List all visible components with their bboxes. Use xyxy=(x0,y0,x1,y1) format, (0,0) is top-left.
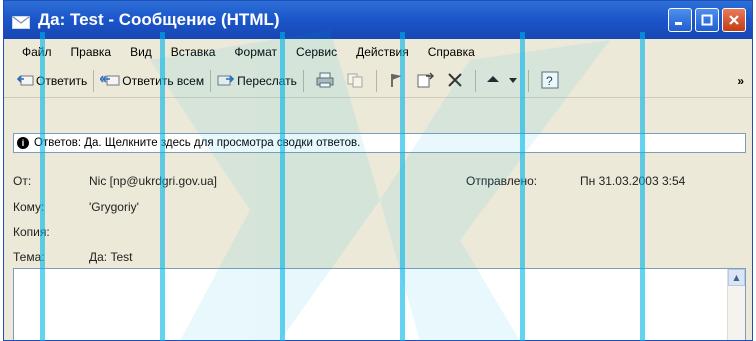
copy-icon[interactable] xyxy=(346,72,364,91)
reply-label: Ответить xyxy=(36,74,88,88)
menu-actions[interactable]: Действия xyxy=(356,45,409,59)
toolbar-separator xyxy=(302,70,304,92)
forward-button[interactable]: Переслать xyxy=(217,72,297,91)
window-title: Да: Test - Сообщение (HTML) xyxy=(38,10,280,29)
subject-value: Да: Test xyxy=(89,250,133,264)
message-body[interactable]: ▲ xyxy=(13,268,746,340)
from-label: От: xyxy=(13,174,32,188)
delete-icon[interactable] xyxy=(447,72,463,91)
menu-format[interactable]: Формат xyxy=(234,45,277,59)
help-icon[interactable]: ? xyxy=(541,71,559,92)
to-label: Кому: xyxy=(13,200,45,214)
toolbar-overflow-button[interactable]: » xyxy=(737,74,744,88)
previous-item-icon[interactable] xyxy=(486,72,500,91)
minimize-button[interactable] xyxy=(668,8,692,32)
maximize-button[interactable] xyxy=(695,8,719,32)
from-value[interactable]: Nic [np@ukrdgri.gov.ua] xyxy=(89,174,217,188)
toolbar: Ответить Ответить всем Переслать ? » xyxy=(4,65,752,98)
forward-label: Переслать xyxy=(237,74,297,88)
title-bar[interactable]: Да: Test - Сообщение (HTML) xyxy=(4,1,752,39)
forward-icon xyxy=(217,72,235,91)
minimize-icon xyxy=(675,22,682,25)
reply-all-label: Ответить всем xyxy=(122,74,205,88)
toolbar-separator xyxy=(375,70,377,92)
menu-insert[interactable]: Вставка xyxy=(171,45,216,59)
reply-all-icon xyxy=(99,72,120,91)
replies-info-bar[interactable]: i Ответов: Да. Щелкните здесь для просмо… xyxy=(13,133,746,153)
toolbar-separator xyxy=(527,70,529,92)
toolbar-separator xyxy=(474,70,476,92)
envelope-icon xyxy=(12,14,30,29)
scroll-up-icon[interactable]: ▲ xyxy=(728,269,745,286)
replies-info-text: Ответов: Да. Щелкните здесь для просмотр… xyxy=(34,137,361,149)
chevron-down-icon[interactable] xyxy=(508,72,518,91)
menu-help[interactable]: Справка xyxy=(428,45,475,59)
reply-icon xyxy=(16,72,34,91)
menu-bar: Файл Правка Вид Вставка Формат Сервис Де… xyxy=(4,39,752,65)
maximize-icon xyxy=(701,14,713,26)
message-window: Да: Test - Сообщение (HTML) Файл Правка … xyxy=(3,0,753,341)
toolbar-separator xyxy=(210,70,212,92)
reply-all-button[interactable]: Ответить всем xyxy=(99,72,205,91)
menu-edit[interactable]: Правка xyxy=(71,45,112,59)
vertical-scrollbar[interactable]: ▲ xyxy=(727,269,745,340)
sent-value: Пн 31.03.2003 3:54 xyxy=(580,174,686,188)
to-value[interactable]: 'Grygoriy' xyxy=(89,200,139,214)
info-icon: i xyxy=(17,137,29,149)
close-button[interactable] xyxy=(722,8,746,32)
menu-file[interactable]: Файл xyxy=(22,45,52,59)
move-to-folder-icon[interactable] xyxy=(417,72,435,91)
menu-view[interactable]: Вид xyxy=(130,45,152,59)
subject-label: Тема: xyxy=(13,250,45,264)
menu-tools[interactable]: Сервис xyxy=(296,45,337,59)
svg-text:?: ? xyxy=(546,74,553,88)
close-icon xyxy=(729,15,739,25)
toolbar-separator xyxy=(93,70,95,92)
flag-icon[interactable] xyxy=(389,72,405,91)
sent-label: Отправлено: xyxy=(466,174,538,188)
cc-label: Копия: xyxy=(13,225,50,239)
print-icon[interactable] xyxy=(316,72,334,91)
reply-button[interactable]: Ответить xyxy=(16,72,87,91)
